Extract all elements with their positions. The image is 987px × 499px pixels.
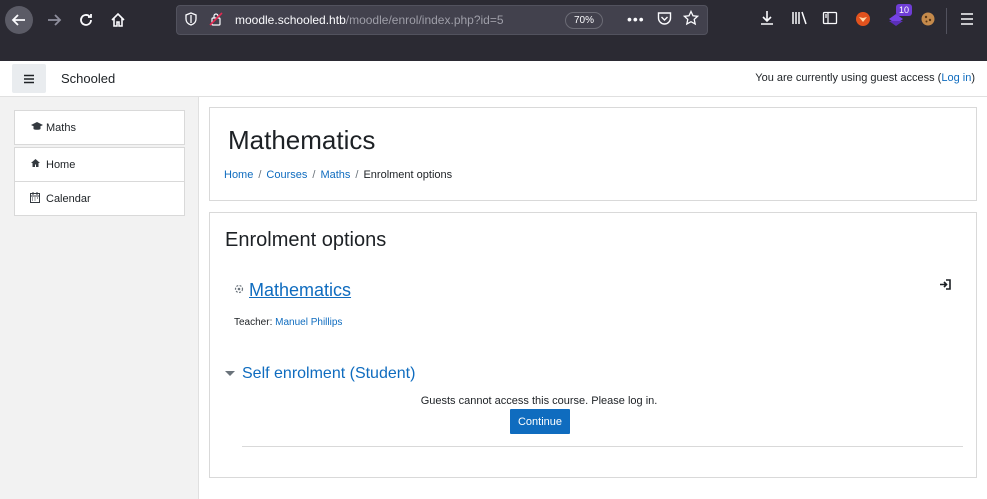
login-prefix: You are currently using guest access ( — [755, 72, 942, 84]
drawer-item-label: Calendar — [46, 192, 91, 205]
site-navbar: Schooled You are currently using guest a… — [0, 61, 987, 97]
breadcrumb-separator: / — [258, 169, 262, 181]
drawer-item-calendar[interactable]: Calendar — [14, 181, 185, 216]
home-icon — [30, 158, 46, 171]
teacher-link[interactable]: Manuel Phillips — [275, 317, 342, 328]
downloads-icon[interactable] — [759, 10, 775, 30]
drawer-item-label: Maths — [46, 121, 76, 134]
url-text[interactable]: moodle.schooled.htb/moodle/enrol/index.p… — [235, 13, 504, 27]
hamburger-menu-icon[interactable] — [960, 12, 974, 29]
breadcrumb-home[interactable]: Home — [224, 169, 253, 181]
login-info: You are currently using guest access (Lo… — [755, 72, 975, 84]
calendar-icon — [30, 191, 46, 206]
forward-button[interactable] — [40, 6, 68, 34]
page-header: Mathematics Home / Courses / Maths / Enrolment… — [209, 107, 977, 201]
enrol-sign-in-icon[interactable] — [939, 279, 951, 293]
drawer-toggle-button[interactable] — [12, 64, 46, 93]
guest-access-message: Guests cannot access this course. Please… — [420, 395, 658, 407]
breadcrumb-maths[interactable]: Maths — [320, 169, 350, 181]
breadcrumb-separator: / — [355, 169, 359, 181]
self-enrolment-title[interactable]: Self enrolment (Student) — [242, 365, 415, 383]
breadcrumb-separator: / — [312, 169, 316, 181]
reload-icon — [80, 14, 92, 26]
course-cog-icon — [233, 283, 245, 298]
site-name[interactable]: Schooled — [61, 71, 115, 86]
url-host: moodle.schooled.htb — [235, 13, 346, 27]
teacher-label: Teacher: — [234, 317, 276, 328]
extension-badge: 10 — [896, 4, 913, 16]
arrow-right-icon — [48, 14, 62, 26]
login-link[interactable]: Log in — [941, 72, 971, 84]
course-name-link[interactable]: Mathematics — [249, 280, 351, 301]
bookmark-star-icon[interactable] — [682, 9, 700, 30]
graduation-cap-icon — [30, 121, 46, 134]
cookie-extension-icon[interactable] — [920, 11, 936, 31]
breadcrumb-courses[interactable]: Courses — [266, 169, 307, 181]
breadcrumb-current: Enrolment options — [363, 169, 453, 181]
sidebar-icon[interactable] — [822, 10, 838, 30]
reload-button[interactable] — [72, 6, 100, 34]
drawer-item-home[interactable]: Home — [14, 147, 185, 182]
zoom-level-badge[interactable]: 70% — [565, 12, 604, 29]
nav-drawer: Maths Home Calendar — [0, 97, 199, 499]
toolbar-separator — [946, 8, 947, 34]
fox-extension-icon[interactable] — [855, 11, 871, 31]
library-icon[interactable] — [791, 10, 809, 30]
arrow-left-icon — [11, 14, 25, 26]
more-actions-icon[interactable]: ••• — [627, 11, 645, 27]
teacher-info: Teacher: Manuel Phillips — [234, 317, 342, 328]
url-path: /moodle/enrol/index.php?id=5 — [345, 13, 504, 27]
back-button[interactable] — [5, 6, 33, 34]
pocket-icon[interactable] — [657, 11, 672, 28]
browser-toolbar: moodle.schooled.htb/moodle/enrol/index.p… — [0, 0, 987, 40]
login-suffix: ) — [971, 72, 975, 84]
url-bar[interactable]: moodle.schooled.htb/moodle/enrol/index.p… — [176, 5, 708, 35]
breadcrumb: Home / Courses / Maths / Enrolment options — [224, 169, 452, 181]
home-button[interactable] — [104, 6, 132, 34]
continue-button[interactable]: Continue — [510, 409, 570, 434]
divider — [242, 446, 963, 447]
shield-icon[interactable] — [185, 12, 197, 29]
enrolment-heading: Enrolment options — [225, 229, 387, 251]
page-title: Mathematics — [228, 125, 376, 155]
caret-down-icon[interactable] — [225, 371, 235, 376]
drawer-item-label: Home — [46, 158, 76, 171]
main-content: Enrolment options Mathematics Teacher: M… — [209, 212, 977, 478]
drawer-item-maths[interactable]: Maths — [14, 110, 185, 145]
home-icon — [111, 12, 125, 27]
browser-tab-strip — [0, 40, 987, 61]
bars-icon — [24, 74, 34, 83]
insecure-lock-icon[interactable] — [209, 12, 223, 29]
